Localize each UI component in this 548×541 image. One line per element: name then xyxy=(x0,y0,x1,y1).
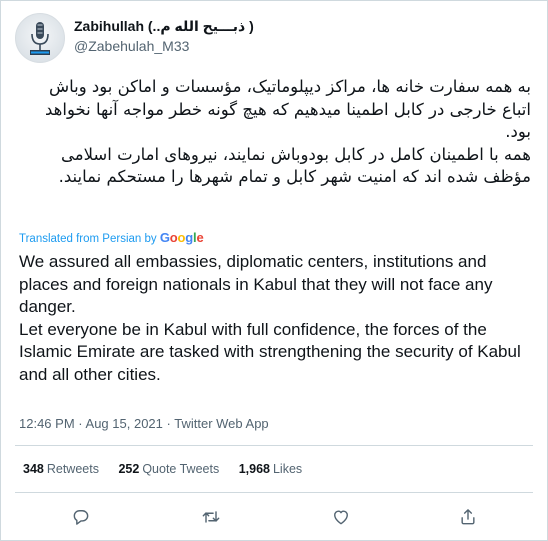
tweet-source[interactable]: Twitter Web App xyxy=(174,416,268,431)
engagement-stats: 348 Retweets 252 Quote Tweets 1,968 Likes xyxy=(23,462,318,476)
reply-button[interactable] xyxy=(68,504,94,530)
author-block: Zabihullah (..ذبـــیح الله م ) @Zabehula… xyxy=(74,17,254,55)
user-handle[interactable]: @Zabehulah_M33 xyxy=(74,37,254,55)
retweets-count: 348 xyxy=(23,462,44,476)
share-button[interactable] xyxy=(455,504,481,530)
divider xyxy=(15,445,533,446)
retweet-button[interactable] xyxy=(198,504,224,530)
tweet-date[interactable]: Aug 15, 2021 xyxy=(86,416,163,431)
share-icon xyxy=(461,509,475,525)
persian-paragraph: به همه سفارت خانه ها، مراکز دیپلوماتیک، … xyxy=(45,77,531,141)
divider xyxy=(15,492,533,493)
tweet-original-text: به همه سفارت خانه ها، مراکز دیپلوماتیک، … xyxy=(19,76,531,189)
like-button[interactable] xyxy=(328,504,354,530)
retweets-stat[interactable]: 348 Retweets xyxy=(23,462,99,476)
quote-tweets-label: Quote Tweets xyxy=(142,462,220,476)
quote-tweets-count: 252 xyxy=(118,462,140,476)
tweet-time[interactable]: 12:46 PM xyxy=(19,416,75,431)
avatar[interactable] xyxy=(15,13,65,63)
like-icon xyxy=(334,510,348,525)
tweet-actions xyxy=(1,504,547,530)
retweets-label: Retweets xyxy=(46,462,99,476)
likes-stat[interactable]: 1,968 Likes xyxy=(239,462,302,476)
translated-label: Translated from Persian by xyxy=(19,233,157,245)
translation-attribution[interactable]: Translated from Persian by Google xyxy=(19,230,204,245)
retweet-icon xyxy=(202,511,220,523)
meta-separator: · xyxy=(166,416,171,431)
display-name[interactable]: Zabihullah (..ذبـــیح الله م ) xyxy=(74,17,254,35)
microphone-icon xyxy=(30,22,50,55)
tweet-card: Zabihullah (..ذبـــیح الله م ) @Zabehula… xyxy=(0,0,548,541)
likes-count: 1,968 xyxy=(238,462,270,476)
tweet-metadata: 12:46 PM · Aug 15, 2021 · Twitter Web Ap… xyxy=(19,416,269,431)
persian-paragraph: همه با اطمینان کامل در کابل بودوباش نمای… xyxy=(58,144,531,187)
likes-label: Likes xyxy=(272,462,303,476)
reply-icon xyxy=(73,510,89,525)
tweet-translated-text: We assured all embassies, diplomatic cen… xyxy=(19,252,521,384)
meta-separator: · xyxy=(78,416,83,431)
quote-tweets-stat[interactable]: 252 Quote Tweets xyxy=(118,462,219,476)
google-logo: Google xyxy=(159,230,204,245)
tweet-header: Zabihullah (..ذبـــیح الله م ) @Zabehula… xyxy=(15,13,535,63)
